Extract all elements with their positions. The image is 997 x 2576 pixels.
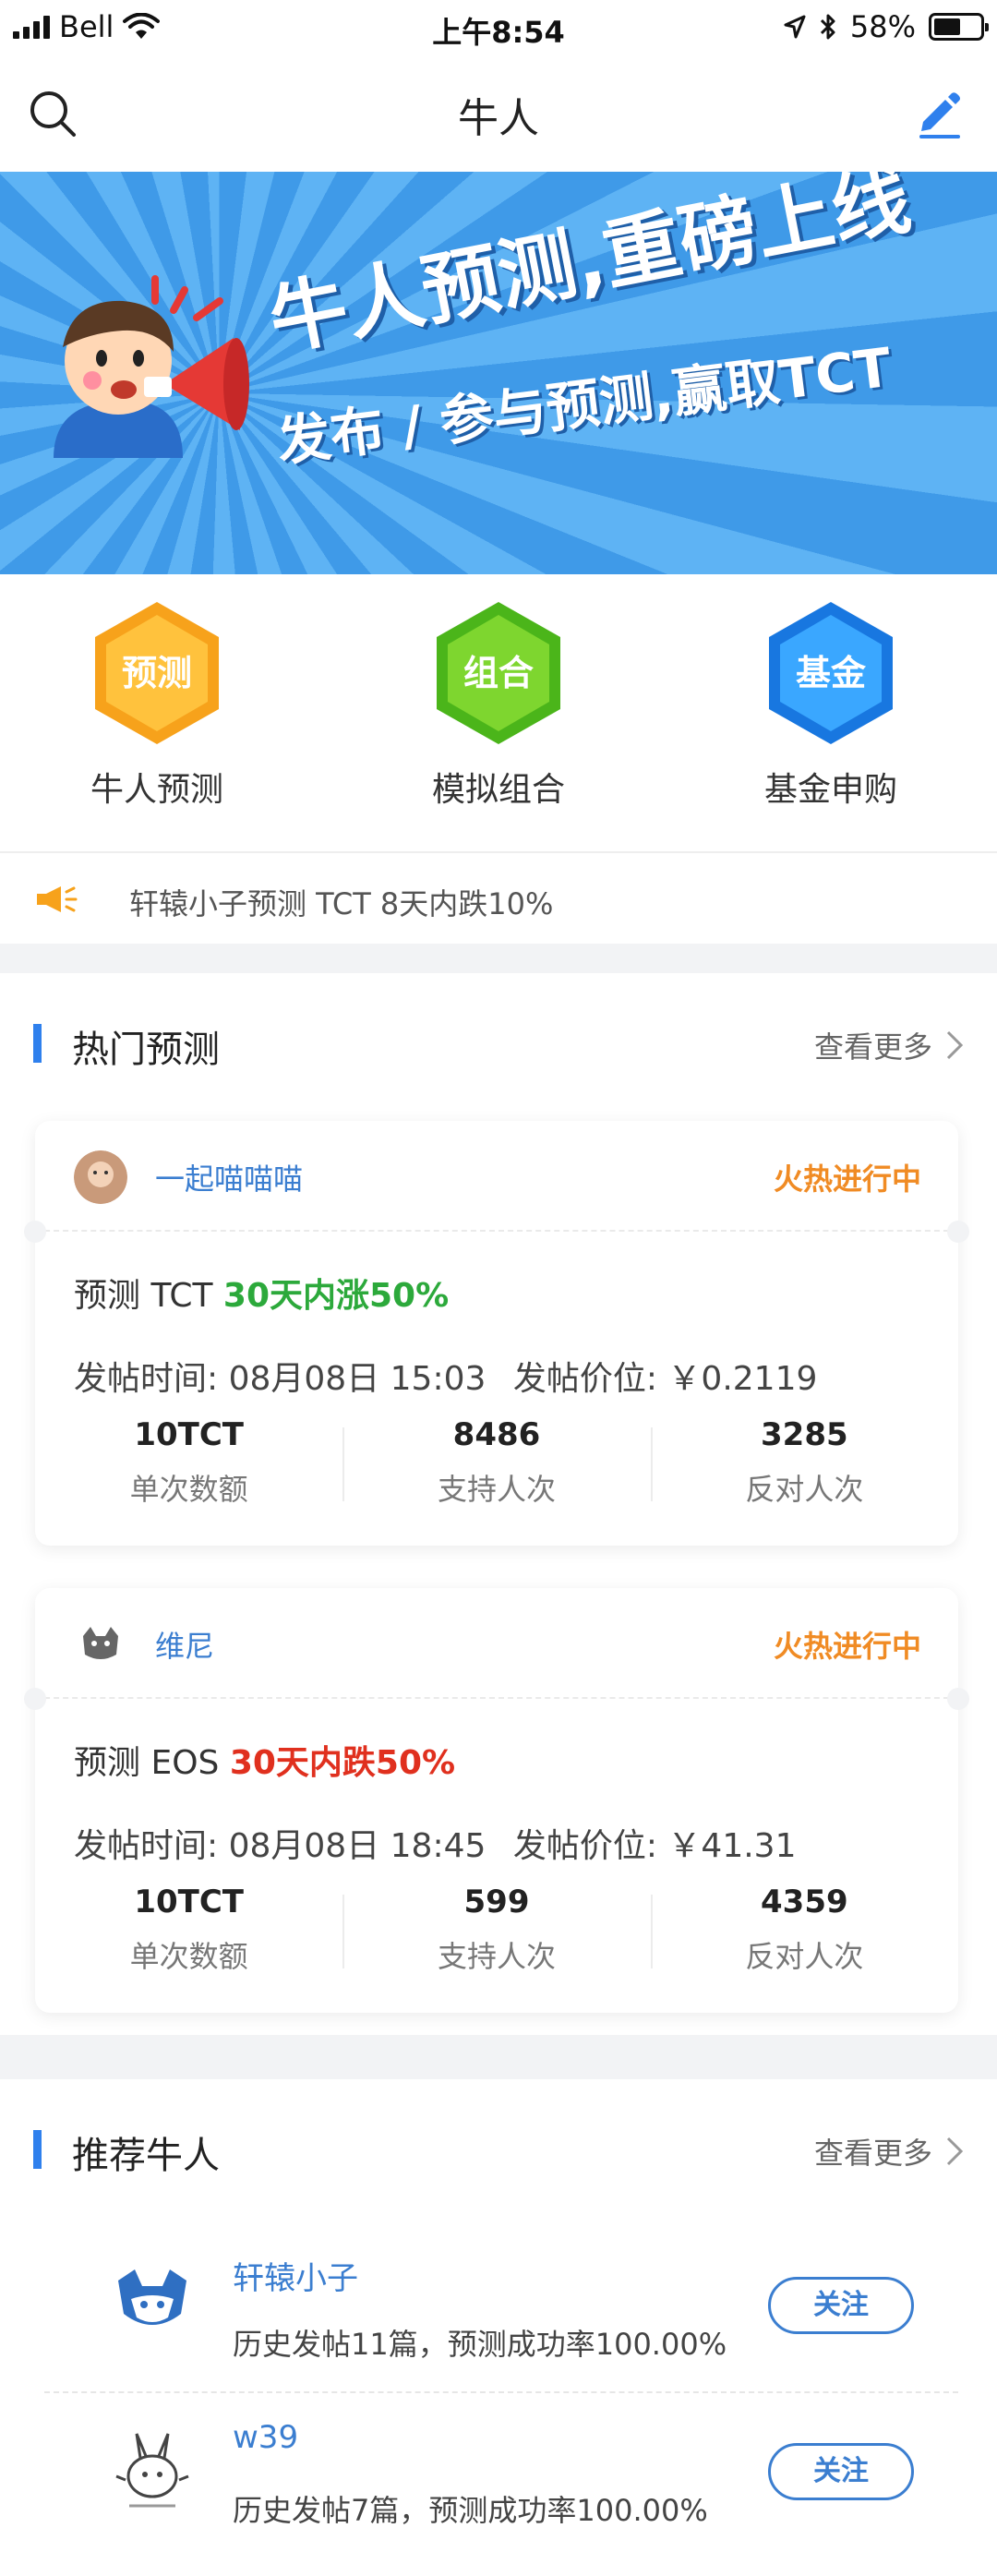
promo-banner[interactable]: 牛人预测,重磅上线 发布 / 参与预测,赢取TCT <box>0 172 997 574</box>
prediction-stats: 10TCT 单次数额 599 支持人次 4359 反对人次 <box>35 1884 958 1985</box>
entry-label: 牛人预测 <box>90 771 223 809</box>
section-title: 推荐牛人 <box>72 2135 220 2177</box>
status-right: 58% <box>784 9 989 44</box>
card-notch <box>947 1221 969 1243</box>
stat-label: 支持人次 <box>437 1939 556 1974</box>
prediction-outcome: 30天内跌50% <box>229 1744 456 1782</box>
chevron-right-icon <box>946 2137 964 2166</box>
entry-label: 模拟组合 <box>431 771 565 809</box>
battery-percent: 58% <box>849 9 916 44</box>
section-accent-bar <box>33 1024 42 1063</box>
follow-button[interactable]: 关注 <box>768 2277 914 2334</box>
page-title: 牛人 <box>458 95 539 142</box>
stat-value: 4359 <box>761 1884 848 1920</box>
prediction-outcome: 30天内涨50% <box>222 1277 450 1315</box>
quick-entries: 预测 牛人预测 组合 模拟组合 基金 基金申购 <box>0 574 997 851</box>
prediction-text: 预测 EOS 30天内跌50% <box>74 1736 455 1784</box>
location-arrow-icon <box>784 15 806 39</box>
stat-amount: 10TCT 单次数额 <box>35 1884 342 1985</box>
portfolio-badge-icon: 组合 <box>437 602 560 744</box>
badge-text: 组合 <box>463 653 534 693</box>
card-header: 一起喵喵喵 火热进行中 <box>35 1121 958 1232</box>
entry-fund-subscription[interactable]: 基金 基金申购 <box>711 595 951 811</box>
stat-support: 599 支持人次 <box>342 1884 650 1985</box>
stat-value: 8486 <box>452 1416 541 1453</box>
prediction-prefix: 预测 EOS <box>74 1744 230 1782</box>
recommended-header: 推荐牛人 查看更多 <box>0 2079 997 2218</box>
mascot-megaphone-illustration <box>54 275 249 458</box>
entry-niuren-prediction[interactable]: 预测 牛人预测 <box>37 595 277 811</box>
user-name[interactable]: 轩辕小子 <box>233 2253 358 2298</box>
card-notch <box>24 1221 46 1243</box>
view-more-label: 查看更多 <box>813 1029 932 1065</box>
battery-icon <box>929 13 989 41</box>
post-time: 发帖时间: 08月08日 18:45 <box>74 1827 486 1865</box>
username[interactable]: 维尼 <box>155 1623 214 1666</box>
stat-label: 反对人次 <box>745 1472 864 1507</box>
bluetooth-icon <box>820 14 835 40</box>
entry-label: 基金申购 <box>763 771 897 809</box>
post-price: 发帖价位: ￥41.31 <box>512 1827 797 1865</box>
navigation-bar: 牛人 <box>0 57 997 172</box>
follow-button[interactable]: 关注 <box>768 2443 914 2500</box>
user-stats: 历史发帖11篇，预测成功率100.00% <box>233 2327 727 2362</box>
stat-label: 反对人次 <box>745 1939 864 1974</box>
prediction-text: 预测 TCT 30天内涨50% <box>74 1269 449 1317</box>
post-meta: 发帖时间: 08月08日 18:45 发帖价位: ￥41.31 <box>74 1819 812 1867</box>
username[interactable]: 一起喵喵喵 <box>155 1156 303 1198</box>
stat-value: 599 <box>463 1884 530 1920</box>
stat-value: 3285 <box>761 1416 848 1453</box>
entry-simulated-portfolio[interactable]: 组合 模拟组合 <box>378 595 619 811</box>
stat-value: 10TCT <box>134 1416 244 1453</box>
status-badge: 火热进行中 <box>773 1629 921 1664</box>
section-accent-bar <box>33 2130 42 2169</box>
card-notch <box>947 1688 969 1710</box>
stat-amount: 10TCT 单次数额 <box>35 1416 342 1518</box>
prediction-stats: 10TCT 单次数额 8486 支持人次 3285 反对人次 <box>35 1416 958 1518</box>
fund-badge-icon: 基金 <box>769 602 893 744</box>
recommended-user-item[interactable]: 轩辕小子 历史发帖11篇，预测成功率100.00% 关注 <box>0 2225 997 2391</box>
view-more-link[interactable]: 查看更多 <box>814 2130 964 2173</box>
view-more-link[interactable]: 查看更多 <box>814 1024 964 1066</box>
section-title: 热门预测 <box>72 1029 220 1071</box>
post-meta: 发帖时间: 08月08日 15:03 发帖价位: ￥0.2119 <box>74 1352 834 1400</box>
status-bar: Bell 上午8:54 58% <box>0 0 997 57</box>
stat-oppose: 3285 反对人次 <box>650 1416 958 1518</box>
stat-label: 支持人次 <box>437 1472 556 1507</box>
ticker-text: 轩辕小子预测 TCT 8天内跌10% <box>129 886 554 921</box>
battery-level <box>934 18 960 35</box>
chevron-right-icon <box>946 1030 964 1060</box>
status-badge: 火热进行中 <box>773 1162 921 1197</box>
prediction-prefix: 预测 TCT <box>74 1277 223 1315</box>
megaphone-icon <box>37 886 78 912</box>
post-time: 发帖时间: 08月08日 15:03 <box>74 1360 486 1398</box>
hot-predictions-header: 热门预测 查看更多 <box>0 973 997 1112</box>
post-price: 发帖价位: ￥0.2119 <box>512 1360 818 1398</box>
card-header: 维尼 火热进行中 <box>35 1588 958 1699</box>
prediction-card[interactable]: 一起喵喵喵 火热进行中 预测 TCT 30天内涨50% 发帖时间: 08月08日… <box>24 1121 969 1546</box>
stat-label: 单次数额 <box>129 1939 248 1974</box>
user-stats: 历史发帖7篇，预测成功率100.00% <box>233 2493 708 2528</box>
badge-text: 基金 <box>796 653 867 693</box>
view-more-label: 查看更多 <box>813 2136 932 2171</box>
avatar[interactable] <box>111 2262 194 2345</box>
stat-oppose: 4359 反对人次 <box>650 1884 958 1985</box>
stat-label: 单次数额 <box>129 1472 248 1507</box>
card-notch <box>24 1688 46 1710</box>
avatar[interactable] <box>111 2428 194 2511</box>
avatar[interactable] <box>74 1618 127 1671</box>
user-name[interactable]: w39 <box>233 2419 298 2456</box>
stat-support: 8486 支持人次 <box>342 1416 650 1518</box>
edit-icon[interactable] <box>912 87 967 142</box>
prediction-badge-icon: 预测 <box>95 602 219 744</box>
avatar[interactable] <box>74 1150 127 1204</box>
stat-value: 10TCT <box>134 1884 244 1920</box>
badge-text: 预测 <box>122 653 192 693</box>
announcement-ticker[interactable]: 轩辕小子预测 TCT 8天内跌10% <box>0 851 997 944</box>
prediction-card[interactable]: 维尼 火热进行中 预测 EOS 30天内跌50% 发帖时间: 08月08日 18… <box>24 1588 969 2013</box>
recommended-user-item[interactable]: w39 历史发帖7篇，预测成功率100.00% 关注 <box>0 2391 997 2558</box>
